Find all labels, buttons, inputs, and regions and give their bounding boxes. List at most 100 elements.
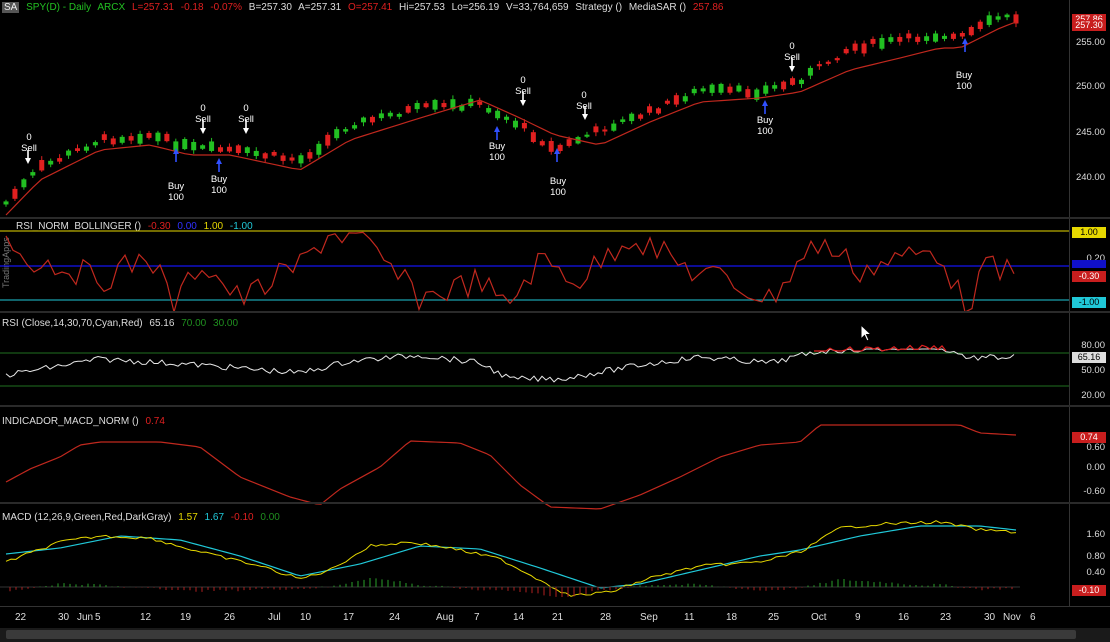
candle-body xyxy=(861,43,867,54)
signal-buy: Buy 100 xyxy=(156,181,196,203)
candle-body xyxy=(271,151,277,156)
candle-body xyxy=(673,95,679,105)
time-axis-label: 5 xyxy=(95,612,101,623)
time-axis-label: 18 xyxy=(726,612,738,623)
price-tick: 245.00 xyxy=(1075,127,1105,138)
candle-body xyxy=(3,201,9,205)
candle-body xyxy=(218,147,224,152)
signal-qty: 0 xyxy=(581,90,587,101)
price-axis[interactable]: 257.86 257.30 255.00 250.00 245.00 240.0… xyxy=(1069,0,1110,217)
macd-norm-chart[interactable] xyxy=(0,407,1069,510)
candle-body xyxy=(950,33,956,39)
time-axis-label: 22 xyxy=(15,612,27,623)
scrollbar-thumb[interactable] xyxy=(6,630,1076,639)
time-axis-label: 12 xyxy=(140,612,152,623)
price-tag-bottom: 257.30 xyxy=(1072,20,1106,31)
candle-body xyxy=(772,85,778,89)
macd-chart[interactable] xyxy=(0,504,1069,606)
candle-body xyxy=(727,86,733,93)
rsi-chart[interactable] xyxy=(0,313,1069,403)
candle-body xyxy=(405,106,411,113)
candle-body xyxy=(30,172,36,176)
rsi-norm-axis[interactable]: 1.00 0.20 -0.30 -1.00 xyxy=(1069,219,1110,311)
candle-body xyxy=(879,38,885,49)
time-axis-label: Oct xyxy=(811,612,827,623)
candle-body xyxy=(39,160,45,171)
candle-body xyxy=(316,143,322,155)
signal-label: Buy xyxy=(210,174,228,185)
candle-body xyxy=(566,139,572,146)
candle-body xyxy=(620,119,626,122)
candle-body xyxy=(57,158,63,162)
time-axis-label: Sep xyxy=(640,612,658,623)
candle-body xyxy=(512,120,518,128)
candle-body xyxy=(325,134,331,146)
signal-qty: 100 xyxy=(489,152,505,163)
candle-body xyxy=(343,129,349,132)
candle-body xyxy=(83,146,89,151)
candle-body xyxy=(226,146,232,152)
candle-body xyxy=(486,108,492,113)
signal-buy: Buy 100 xyxy=(538,176,578,198)
signal-label: Buy xyxy=(756,115,774,126)
candle-body xyxy=(235,145,241,153)
candle-body xyxy=(244,147,250,153)
candle-body xyxy=(790,78,796,85)
candle-body xyxy=(146,132,152,138)
macd-norm-axis[interactable]: 0.74 0.60 0.00 -0.60 xyxy=(1069,407,1110,502)
signal-sell: 0 Sell xyxy=(9,132,49,154)
macd-axis[interactable]: 1.60 0.80 0.40 -0.10 xyxy=(1069,504,1110,606)
candle-body xyxy=(647,106,653,113)
time-axis-label: 25 xyxy=(768,612,780,623)
candle-body xyxy=(933,33,939,42)
candle-body xyxy=(888,37,894,42)
rsi-norm-tag-mid xyxy=(1072,260,1106,268)
candle-body xyxy=(361,117,367,123)
candle-body xyxy=(691,88,697,94)
signal-qty: 100 xyxy=(168,192,184,203)
signal-qty: 0 xyxy=(243,103,249,114)
candle-body xyxy=(682,96,688,102)
candle-body xyxy=(432,99,438,110)
candle-body xyxy=(477,101,483,105)
rsi-norm-chart[interactable] xyxy=(0,220,1069,313)
candle-body xyxy=(155,132,161,142)
candle-body xyxy=(119,136,125,143)
time-axis-label: 24 xyxy=(389,612,401,623)
candle-body xyxy=(352,125,358,129)
candle-body xyxy=(191,141,197,151)
candle-body xyxy=(378,113,384,119)
candle-body xyxy=(48,160,54,165)
candle-body xyxy=(852,43,858,51)
signal-qty: 0 xyxy=(520,75,526,86)
pane-divider[interactable] xyxy=(0,217,1110,219)
candle-body xyxy=(200,145,206,149)
time-axis-label: 10 xyxy=(300,612,312,623)
rsi-tick: 20.00 xyxy=(1081,390,1105,401)
time-axis-label: 28 xyxy=(600,612,612,623)
candle-body xyxy=(638,114,644,119)
candle-body xyxy=(941,35,947,39)
time-axis-label: 14 xyxy=(513,612,525,623)
horizontal-scrollbar[interactable] xyxy=(0,628,1110,642)
candle-body xyxy=(763,85,769,94)
candle-body xyxy=(843,48,849,54)
mouse-cursor-icon xyxy=(860,323,873,342)
price-tick: 250.00 xyxy=(1075,81,1105,92)
signal-label: Buy xyxy=(488,141,506,152)
candle-body xyxy=(629,113,635,122)
time-axis-label: 19 xyxy=(180,612,192,623)
signal-label: Sell xyxy=(784,52,800,63)
candle-body xyxy=(709,84,715,93)
candle-body xyxy=(110,138,116,145)
time-axis-label: Aug xyxy=(436,612,454,623)
candle-body xyxy=(539,141,545,146)
rsi-axis[interactable]: 80.00 65.16 50.00 20.00 xyxy=(1069,313,1110,405)
macd-norm-tick: 0.00 xyxy=(1086,462,1106,473)
candle-body xyxy=(664,100,670,104)
candle-body xyxy=(289,157,295,161)
signal-qty: 100 xyxy=(757,126,773,137)
time-axis-label: 6 xyxy=(1030,612,1036,623)
time-axis-label: 30 xyxy=(58,612,70,623)
candle-body xyxy=(164,133,170,142)
